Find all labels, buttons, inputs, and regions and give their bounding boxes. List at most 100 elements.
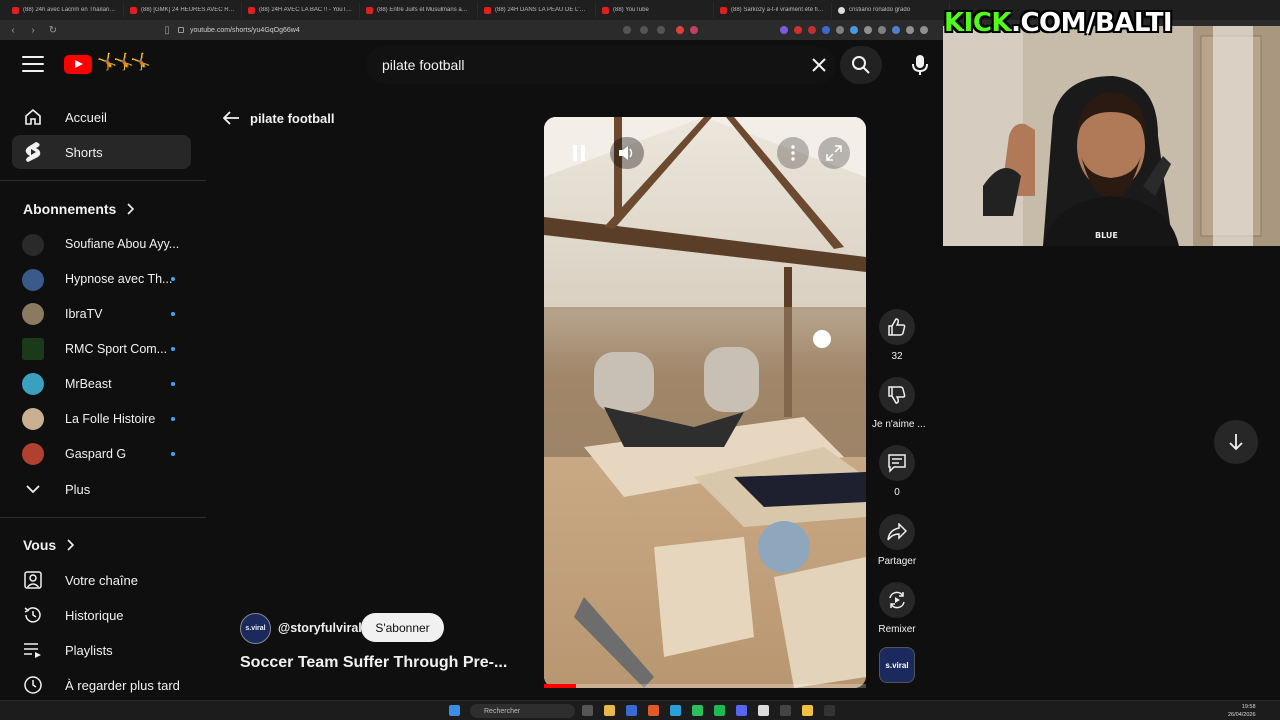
new-content-dot [171, 382, 175, 386]
subscribe-button[interactable]: S'abonner [361, 613, 444, 642]
sidebar-item-history[interactable]: Historique [12, 598, 191, 632]
sidebar-item-playlists[interactable]: Playlists [12, 633, 191, 667]
extension-icon[interactable] [878, 26, 886, 34]
search-icon [852, 56, 870, 74]
extension-icon[interactable] [780, 26, 788, 34]
clock[interactable]: 19:58 26/04/2026 [1228, 703, 1256, 719]
brave-icon[interactable] [648, 705, 659, 716]
tab-title: (88) 24h avec Lacrim en Thaïlande !! [23, 7, 117, 13]
sidebar-item-label: Accueil [65, 109, 107, 125]
sidebar-item-watch-later[interactable]: À regarder plus tard [12, 668, 191, 702]
extension-icon[interactable] [864, 26, 872, 34]
obs-icon[interactable] [824, 705, 835, 716]
browser-tab[interactable]: (88) Sarkozy a-t-il vraiment été finan [714, 2, 832, 18]
app-icon[interactable] [802, 705, 813, 716]
reload-icon[interactable]: ↻ [46, 23, 60, 37]
telegram-icon[interactable] [670, 705, 681, 716]
youtube-favicon-icon [12, 6, 19, 14]
search-button[interactable] [840, 46, 882, 84]
zoom-icon[interactable] [640, 26, 648, 34]
fullscreen-button[interactable] [818, 137, 850, 169]
voice-search-button[interactable] [900, 46, 940, 84]
sidebar-item-label: Playlists [65, 642, 113, 658]
spotify-icon[interactable] [714, 705, 725, 716]
comment-button[interactable] [879, 445, 915, 481]
video-frame-image [544, 117, 866, 688]
browser-tab[interactable]: (88) [GMK] 24 HEURES AVEC RAGNAR [124, 2, 242, 18]
comment-count: 0 [894, 487, 900, 498]
chrome-icon[interactable] [758, 705, 769, 716]
sidebar-item-accueil[interactable]: Accueil [12, 100, 191, 134]
browser-tab[interactable]: (88) 24h avec Lacrim en Thaïlande !! [6, 2, 124, 18]
store-icon[interactable] [626, 705, 637, 716]
extension-icon[interactable] [822, 26, 830, 34]
youtube-logo[interactable] [64, 55, 92, 74]
browser-tab[interactable]: cristiano ronaldo grado [832, 2, 950, 18]
pause-button[interactable] [566, 140, 592, 166]
hamburger-menu-icon[interactable] [22, 56, 44, 74]
you-header[interactable]: Vous [23, 537, 75, 553]
remix-button[interactable] [879, 582, 915, 618]
channel-avatar[interactable]: s.viral [240, 613, 271, 644]
video-progress-bar[interactable] [544, 684, 866, 688]
extension-icon[interactable] [836, 26, 844, 34]
extension-icon[interactable] [808, 26, 816, 34]
share-button[interactable] [879, 514, 915, 550]
clear-search-icon[interactable] [808, 54, 830, 76]
sidebar-item-label: Plus [65, 481, 91, 497]
like-button[interactable] [879, 309, 915, 345]
channel-handle[interactable]: @storyfulviral [278, 621, 362, 635]
notion-icon[interactable] [780, 705, 791, 716]
extension-icon[interactable] [794, 26, 802, 34]
browser-tab[interactable]: (88) YouTube [596, 2, 714, 18]
sidebar-item-more[interactable]: Plus [12, 472, 191, 506]
dislike-action: Je n'aime ... [872, 377, 926, 430]
new-content-dot [171, 277, 175, 281]
site-info-icon[interactable] [178, 27, 184, 33]
back-arrow-icon[interactable]: ‹ [6, 23, 20, 37]
remix-icon [889, 591, 905, 609]
tab-title: (88) 24H DANS LA PEAU DE L'ADO !! [495, 7, 589, 13]
extension-icon[interactable] [892, 26, 900, 34]
forward-arrow-icon[interactable]: › [26, 23, 40, 37]
more-options-button[interactable] [777, 137, 809, 169]
chevron-right-icon [67, 539, 75, 551]
browser-tab[interactable]: (88) 24H DANS LA PEAU DE L'ADO !! [478, 2, 596, 18]
doodle-logo-icon[interactable]: 🤸🤸🤸 [97, 52, 151, 72]
search-query-text[interactable]: pilate football [382, 57, 465, 73]
brave-shield-icon[interactable] [676, 26, 684, 34]
subscriptions-header[interactable]: Abonnements [23, 201, 135, 217]
install-icon[interactable] [623, 26, 631, 34]
video-title[interactable]: Soccer Team Suffer Through Pre-... [240, 654, 507, 672]
discord-icon[interactable] [736, 705, 747, 716]
extension-icon[interactable] [850, 26, 858, 34]
chevron-right-icon [127, 203, 135, 215]
file-explorer-icon[interactable] [604, 705, 615, 716]
sidebar-item-shorts[interactable]: Shorts [12, 135, 191, 169]
shorts-video-player[interactable] [544, 117, 866, 688]
back-to-results[interactable]: pilate football [222, 110, 335, 126]
volume-button[interactable] [610, 137, 644, 169]
share-page-icon[interactable] [657, 26, 665, 34]
google-favicon-icon [838, 6, 845, 14]
dislike-button[interactable] [879, 377, 915, 413]
start-icon[interactable] [449, 705, 460, 716]
task-view-icon[interactable] [582, 705, 593, 716]
channel-thumbnail[interactable]: s.viral [879, 647, 915, 683]
share-label: Partager [877, 556, 917, 567]
watch-later-icon [22, 674, 44, 696]
whatsapp-icon[interactable] [692, 705, 703, 716]
extension-icon[interactable] [906, 26, 914, 34]
bookmark-icon[interactable]: ▯ [160, 23, 174, 37]
next-video-button[interactable] [1214, 420, 1258, 464]
sidebar-divider [0, 180, 206, 181]
tab-title: (88) YouTube [613, 7, 649, 13]
subscription-label: RMC Sport Com... [65, 342, 168, 356]
browser-tab[interactable]: (88) Entre Juifs et Musulmans au Ma [360, 2, 478, 18]
browser-tab[interactable]: (88) 24H AVEC LA BAC !! - YouTube [242, 2, 360, 18]
sidebar-item-your-channel[interactable]: Votre chaîne [12, 563, 191, 597]
avatar [22, 408, 44, 430]
menu-icon[interactable] [920, 26, 928, 34]
taskbar-search[interactable]: Rechercher [470, 704, 575, 718]
brave-rewards-icon[interactable] [690, 26, 698, 34]
